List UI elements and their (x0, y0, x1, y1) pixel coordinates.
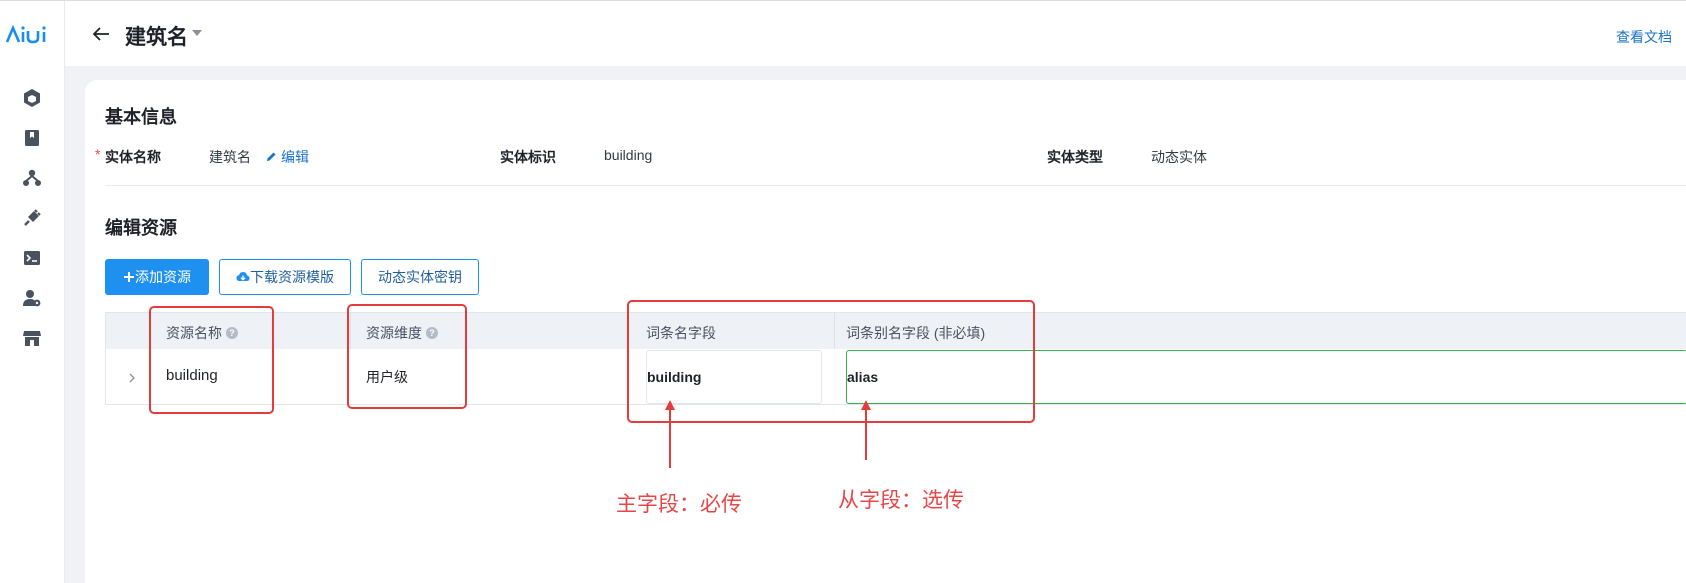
terminal-icon[interactable] (21, 247, 43, 269)
plus-icon (124, 272, 134, 282)
sidebar (0, 1, 65, 583)
user-settings-icon[interactable] (21, 287, 43, 309)
download-template-button[interactable]: 下载资源模版 (219, 259, 351, 295)
aiui-logo-icon (5, 24, 46, 44)
chevron-down-icon[interactable] (192, 30, 202, 36)
entity-name-label: 实体名称 (105, 149, 161, 165)
entity-name-value: 建筑名 (209, 149, 251, 165)
edit-button[interactable]: 编辑 (265, 147, 309, 167)
book-icon[interactable] (21, 127, 43, 149)
edit-label: 编辑 (281, 149, 309, 165)
entity-id-value: building (604, 147, 653, 163)
entity-id-label: 实体标识 (500, 149, 556, 165)
page-header: 建筑名 查看文档 (65, 1, 1686, 66)
plug-icon[interactable] (21, 207, 43, 229)
app-logo[interactable] (5, 23, 52, 52)
edit-resources-title: 编辑资源 (105, 218, 177, 238)
view-docs-link[interactable]: 查看文档 (1616, 27, 1672, 47)
entity-type-value: 动态实体 (1151, 149, 1207, 165)
annotation-main-field: 主字段：必传 (616, 493, 742, 516)
cube-icon[interactable] (21, 87, 43, 109)
annotation-box-fields (627, 300, 1035, 423)
annotation-box-resource-name (149, 306, 274, 414)
pencil-icon (267, 152, 276, 161)
basic-info-title: 基本信息 (105, 107, 177, 127)
required-mark: * (95, 146, 101, 162)
back-arrow-icon[interactable] (91, 23, 113, 45)
annotation-sub-field: 从字段：选传 (838, 489, 964, 512)
download-template-label: 下载资源模版 (250, 269, 334, 285)
add-resource-label: 添加资源 (135, 269, 191, 285)
annotation-box-resource-dimension (347, 304, 467, 409)
entity-secret-label: 动态实体密钥 (378, 269, 462, 285)
expand-row-icon[interactable] (126, 371, 138, 383)
network-icon[interactable] (21, 167, 43, 189)
entity-secret-button[interactable]: 动态实体密钥 (361, 259, 479, 295)
add-resource-button[interactable]: 添加资源 (105, 259, 209, 295)
cloud-download-icon (236, 272, 250, 281)
store-icon[interactable] (21, 327, 43, 349)
entity-type-label: 实体类型 (1047, 149, 1103, 165)
page-title: 建筑名 (125, 26, 188, 49)
section-divider (105, 185, 1686, 186)
